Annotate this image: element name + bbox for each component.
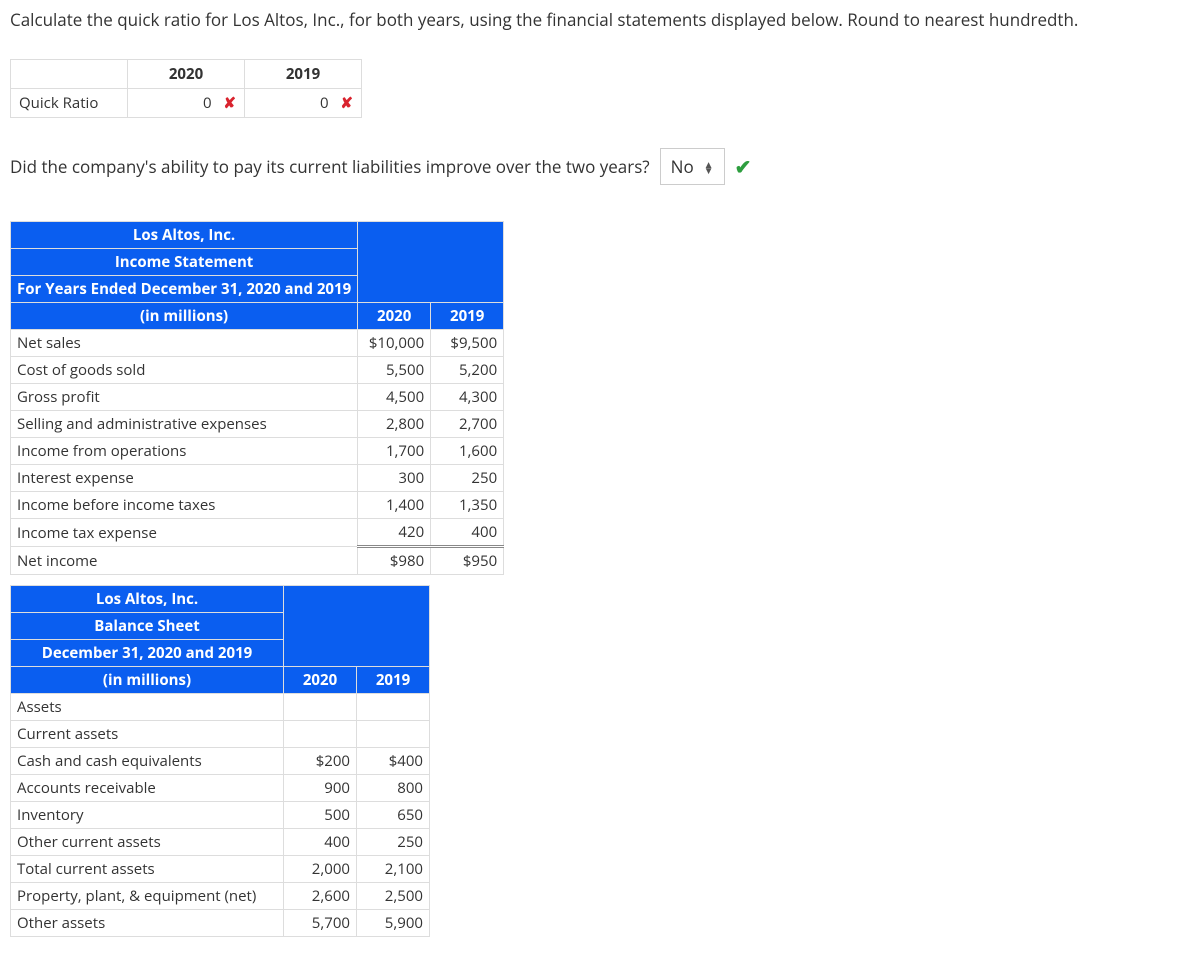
quick-ratio-2019-cell[interactable]: 0 ✘ [245, 89, 362, 118]
is-year-2020: 2020 [358, 303, 431, 330]
bs-row-2019 [357, 721, 430, 748]
bs-row-2019: $400 [357, 748, 430, 775]
is-row-label: Income before income taxes [11, 492, 358, 519]
bs-row-2019: 2,500 [357, 883, 430, 910]
bs-row-label: Assets [11, 694, 284, 721]
is-row-2019: 1,350 [431, 492, 504, 519]
bs-title-1: Los Altos, Inc. [11, 586, 284, 613]
quick-ratio-2020-cell[interactable]: 0 ✘ [128, 89, 245, 118]
bs-year-2020: 2020 [284, 667, 357, 694]
is-title-2: Income Statement [11, 249, 358, 276]
bs-row-2020: 500 [284, 802, 357, 829]
is-row-label: Cost of goods sold [11, 357, 358, 384]
is-year-2019: 2019 [431, 303, 504, 330]
bs-row-label: Other assets [11, 910, 284, 937]
is-row-label: Selling and administrative expenses [11, 411, 358, 438]
bs-row-label: Accounts receivable [11, 775, 284, 802]
col-header-2019: 2019 [245, 60, 362, 89]
is-row-label: Net sales [11, 330, 358, 357]
row-label-quick-ratio: Quick Ratio [11, 89, 128, 118]
wrong-icon: ✘ [340, 93, 353, 113]
bs-row-2020: 2,000 [284, 856, 357, 883]
bs-row-label: Other current assets [11, 829, 284, 856]
bs-row-2019: 5,900 [357, 910, 430, 937]
bs-row-label: Property, plant, & equipment (net) [11, 883, 284, 910]
question-text: Calculate the quick ratio for Los Altos,… [10, 8, 1190, 31]
is-row-2020: $10,000 [358, 330, 431, 357]
is-title-3: For Years Ended December 31, 2020 and 20… [11, 276, 358, 303]
improve-select[interactable]: No ▲▼ [660, 148, 725, 185]
bs-row-2020 [284, 721, 357, 748]
is-title-1: Los Altos, Inc. [11, 222, 358, 249]
is-row-2020: 300 [358, 465, 431, 492]
is-row-label: Income tax expense [11, 519, 358, 547]
bs-row-label: Current assets [11, 721, 284, 748]
is-row-2019: 4,300 [431, 384, 504, 411]
bs-row-2020: 400 [284, 829, 357, 856]
correct-icon: ✔ [735, 153, 752, 180]
is-row-label: Gross profit [11, 384, 358, 411]
bs-title-2: Balance Sheet [11, 613, 284, 640]
quick-ratio-table: 2020 2019 Quick Ratio 0 ✘ 0 ✘ [10, 59, 362, 118]
bs-row-2019 [357, 694, 430, 721]
improve-select-value: No [671, 155, 694, 178]
question-improve-text: Did the company's ability to pay its cur… [10, 155, 650, 178]
is-row-2020: 5,500 [358, 357, 431, 384]
bs-row-2019: 250 [357, 829, 430, 856]
bs-row-label: Cash and cash equivalents [11, 748, 284, 775]
income-statement-table: Los Altos, Inc. Income Statement For Yea… [10, 221, 504, 575]
is-row-label: Interest expense [11, 465, 358, 492]
bs-row-2020: $200 [284, 748, 357, 775]
bs-title-3: December 31, 2020 and 2019 [11, 640, 284, 667]
is-row-2019: 400 [431, 519, 504, 547]
bs-row-2020: 900 [284, 775, 357, 802]
quick-ratio-2019-value: 0 [279, 93, 333, 113]
blank-header [11, 60, 128, 89]
is-row-2019: $950 [431, 547, 504, 575]
is-row-2019: 250 [431, 465, 504, 492]
is-row-label: Income from operations [11, 438, 358, 465]
bs-row-2019: 2,100 [357, 856, 430, 883]
is-row-2020: 420 [358, 519, 431, 547]
is-row-2019: 2,700 [431, 411, 504, 438]
bs-row-2019: 650 [357, 802, 430, 829]
balance-sheet-table: Los Altos, Inc. Balance Sheet December 3… [10, 585, 430, 937]
select-arrows-icon: ▲▼ [704, 161, 714, 173]
bs-title-4: (in millions) [11, 667, 284, 694]
bs-row-2020 [284, 694, 357, 721]
is-row-2020: 1,400 [358, 492, 431, 519]
bs-year-2019: 2019 [357, 667, 430, 694]
col-header-2020: 2020 [128, 60, 245, 89]
is-row-2020: 2,800 [358, 411, 431, 438]
bs-row-2020: 5,700 [284, 910, 357, 937]
is-row-label: Net income [11, 547, 358, 575]
bs-row-label: Total current assets [11, 856, 284, 883]
bs-row-2020: 2,600 [284, 883, 357, 910]
is-title-4: (in millions) [11, 303, 358, 330]
is-row-2020: 1,700 [358, 438, 431, 465]
wrong-icon: ✘ [223, 93, 236, 113]
is-row-2020: $980 [358, 547, 431, 575]
is-row-2020: 4,500 [358, 384, 431, 411]
bs-row-2019: 800 [357, 775, 430, 802]
is-row-2019: $9,500 [431, 330, 504, 357]
quick-ratio-2020-value: 0 [162, 93, 216, 113]
is-row-2019: 1,600 [431, 438, 504, 465]
bs-row-label: Inventory [11, 802, 284, 829]
is-row-2019: 5,200 [431, 357, 504, 384]
